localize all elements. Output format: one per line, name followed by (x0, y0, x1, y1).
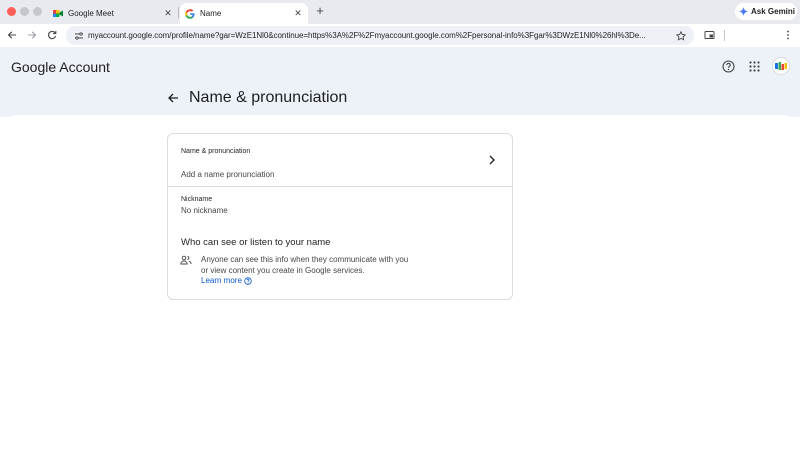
profile-logo-icon (775, 62, 787, 70)
pronunciation-row[interactable]: Name & pronunciation Add a name pronunci… (168, 134, 512, 187)
visibility-title: Who can see or listen to your name (181, 237, 331, 248)
ask-gemini-label: Ask Gemini (751, 7, 796, 16)
address-bar[interactable]: myaccount.google.com/profile/name?gar=Wz… (66, 26, 694, 45)
back-arrow-icon (7, 31, 16, 39)
kebab-menu-icon (787, 30, 789, 40)
url-text: myaccount.google.com/profile/name?gar=Wz… (88, 31, 646, 40)
pronunciation-value: Add a name pronunciation (181, 170, 275, 179)
nickname-value: No nickname (181, 206, 228, 215)
google-account-logo[interactable]: Google Account (11, 59, 110, 75)
browser-menu-button[interactable] (781, 28, 795, 42)
tab-title: Name (200, 9, 222, 18)
nickname-label: Nickname (181, 196, 213, 203)
pronunciation-label: Name & pronunciation (181, 148, 251, 155)
google-g-icon (185, 8, 195, 19)
chevron-right-icon (486, 154, 498, 166)
gemini-sparkle-icon (739, 7, 748, 16)
browser-toolbar: myaccount.google.com/profile/name?gar=Wz… (0, 24, 800, 47)
apps-grid-icon (748, 60, 760, 72)
ask-gemini-button[interactable]: Ask Gemini (735, 3, 797, 20)
forward-arrow-icon (28, 31, 37, 39)
brand-account: Account (59, 59, 110, 75)
window-minimize-button[interactable] (20, 7, 29, 16)
tab-google-meet[interactable]: Google Meet ✕ (48, 3, 178, 24)
avatar[interactable] (772, 57, 790, 75)
site-info-icon[interactable] (74, 31, 84, 41)
help-button[interactable] (720, 58, 736, 74)
bookmark-star-icon[interactable] (674, 29, 688, 43)
help-icon (721, 59, 735, 73)
people-icon (180, 254, 192, 266)
tab-strip: Google Meet ✕ Name ✕ + Ask Gemini (0, 0, 800, 24)
cast-icon (704, 31, 714, 39)
reload-icon (48, 30, 57, 40)
toolbar-separator (724, 30, 725, 41)
page-back-button[interactable] (166, 91, 180, 105)
tab-separator (178, 7, 179, 18)
page-heading: Name & pronunciation (166, 89, 347, 107)
page-title: Name & pronunciation (189, 89, 348, 106)
back-arrow-icon (168, 93, 178, 103)
name-pronunciation-card: Name & pronunciation Add a name pronunci… (167, 133, 513, 300)
visibility-description: Anyone can see this info when they commu… (201, 255, 409, 275)
tab-title: Google Meet (68, 9, 114, 18)
google-meet-icon (53, 9, 63, 19)
nickname-row[interactable]: Nickname No nickname (168, 187, 512, 227)
account-header: Google Account Name & pronunciation (0, 47, 800, 117)
reload-button[interactable] (45, 28, 59, 42)
window-maximize-button[interactable] (33, 7, 42, 16)
learn-more-link[interactable]: Learn more (201, 276, 252, 285)
google-apps-button[interactable] (746, 58, 762, 74)
learn-more-label: Learn more (201, 276, 242, 285)
help-circle-icon (244, 276, 252, 285)
tab-name[interactable]: Name ✕ (180, 3, 308, 24)
close-tab-icon[interactable]: ✕ (292, 8, 304, 20)
new-tab-button[interactable]: + (313, 4, 327, 18)
brand-google: Google (11, 59, 57, 75)
window-close-button[interactable] (7, 7, 16, 16)
back-button[interactable] (5, 28, 19, 42)
forward-button[interactable] (25, 28, 39, 42)
close-tab-icon[interactable]: ✕ (162, 8, 174, 20)
cast-tab-button[interactable] (702, 28, 716, 42)
